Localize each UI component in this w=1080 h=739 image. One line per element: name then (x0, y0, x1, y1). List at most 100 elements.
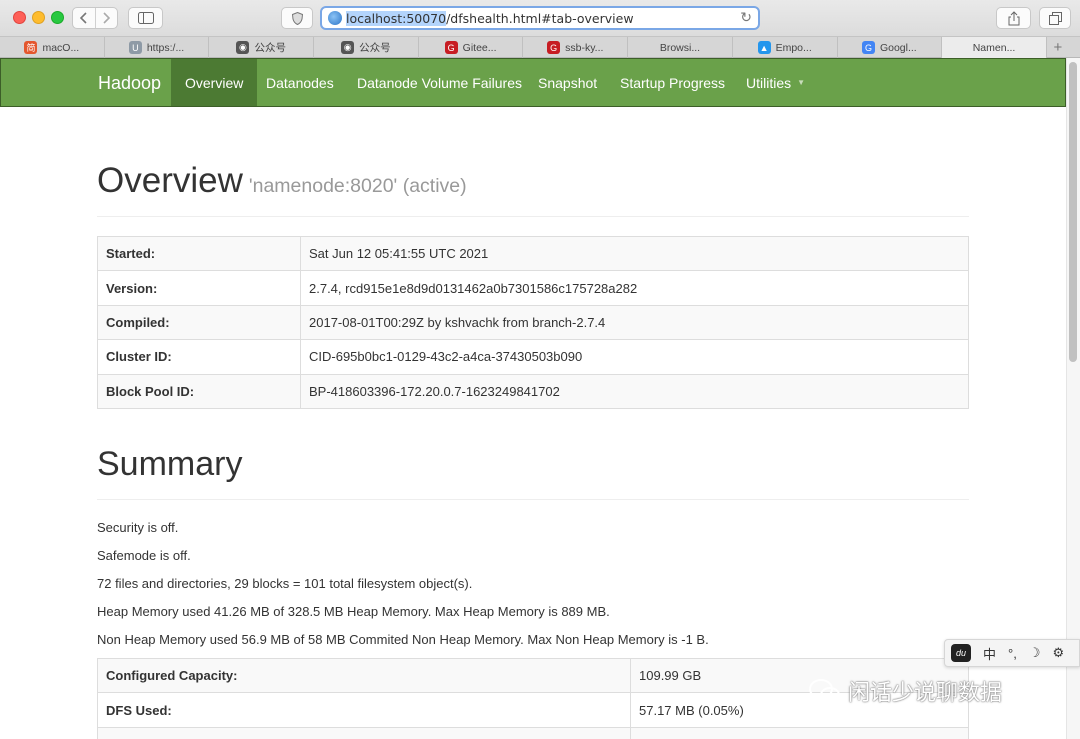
navbar-brand[interactable]: Hadoop (98, 73, 161, 94)
ime-toolbar: du 中 °, ☽ ⚙ (944, 639, 1080, 667)
sidebar-icon (137, 12, 154, 24)
u-icon: U (128, 41, 142, 54)
caret-down-icon: ▼ (797, 78, 806, 87)
browser-tab[interactable]: ◉ 公众号 (209, 37, 315, 58)
namenode-subtitle: 'namenode:8020' (active) (248, 175, 467, 197)
overview-heading: Overview'namenode:8020' (active) (97, 161, 467, 200)
gitee-icon: G (547, 41, 561, 54)
gear-icon[interactable]: ⚙ (1052, 645, 1064, 661)
tab-label: Gitee... (462, 41, 497, 54)
watermark: 闲话少说聊数据 (808, 676, 1002, 706)
page-viewport: Hadoop Overview Datanodes Datanode Volum… (0, 58, 1080, 739)
browser-tab[interactable]: Namen... (942, 37, 1047, 58)
table-row (97, 726, 969, 739)
nav-utilities-dropdown[interactable]: Utilities ▼ (732, 59, 819, 106)
baidu-ime-icon[interactable]: du (951, 644, 971, 662)
share-icon (1008, 10, 1019, 25)
show-tabs-button[interactable] (1039, 7, 1071, 29)
browser-tab[interactable]: G Googl... (838, 37, 943, 58)
browser-tab[interactable]: Uhttps:/... (105, 37, 210, 58)
tab-label: 公众号 (359, 42, 391, 54)
google-translate-icon: G (861, 41, 875, 54)
url-path: /dfshealth.html#tab-overview (446, 10, 634, 26)
share-button[interactable] (996, 7, 1031, 29)
hadoop-navbar: Hadoop Overview Datanodes Datanode Volum… (0, 58, 1066, 107)
table-row: Compiled: 2017-08-01T00:29Z by kshvachk f… (97, 304, 969, 341)
ime-language-toggle[interactable]: 中 (983, 644, 996, 663)
browser-tab[interactable]: 简 macO... (0, 37, 105, 58)
tab-bar: 简 macO... Uhttps:/... ◉ 公众号 ◉ 公众号 G Gitee... Gssb… (0, 36, 1080, 58)
sidebar-toggle-button[interactable] (128, 7, 163, 29)
new-tab-plus-icon[interactable]: + (1047, 37, 1069, 58)
table-row: Version: 2.7.4, rcd915e1e8d9d0131462a0b73… (97, 270, 969, 306)
table-row: Cluster ID: CID-695b0bc1-0129-43c2-a4ca-3… (97, 339, 969, 375)
row-value: 2.7.4, rcd915e1e8d9d0131462a0b7301586c17… (300, 270, 969, 306)
browser-tab[interactable]: ▲ Empo... (733, 37, 838, 58)
row-value (630, 726, 969, 739)
tab-label: https:/... (146, 41, 185, 54)
browser-tab[interactable]: G Gitee... (419, 37, 524, 58)
summary-line: Heap Memory used 41.26 MB of 328.5 MB He… (97, 604, 610, 619)
nav-overview[interactable]: Overview (171, 59, 258, 106)
row-key: Block Pool ID: (97, 373, 301, 409)
globe-icon (328, 11, 342, 25)
table-row: Started: Sat Jun 12 05:41:55 UTC 2021 (97, 235, 969, 272)
divider (97, 499, 969, 500)
summary-line: Non Heap Memory used 56.9 MB of 58 MB Co… (97, 632, 709, 647)
row-value: 2017-08-01T00:29Z by kshvachk from branc… (300, 304, 969, 341)
table-row: Block Pool ID: BP-418603396-172.20.0.7-16… (97, 373, 969, 409)
chevron-right-icon (103, 12, 111, 24)
summary-line: 72 files and directories, 29 blocks = 10… (97, 576, 473, 591)
moon-icon[interactable]: ☽ (1029, 645, 1041, 661)
nav-snapshot[interactable]: Snapshot (524, 59, 611, 106)
nav-datanode-volume-failures[interactable]: Datanode Volume Failures (343, 59, 536, 106)
vertical-scrollbar[interactable] (1066, 58, 1080, 739)
chevron-left-icon (79, 12, 87, 24)
wechat-icon: ◉ (341, 41, 355, 54)
tabs-overview-icon (1048, 11, 1062, 25)
wechat-icon: ◉ (236, 41, 250, 54)
browser-tab[interactable]: ◉ 公众号 (314, 37, 419, 58)
row-key: Version: (97, 270, 301, 306)
watermark-text: 闲话少说聊数据 (848, 681, 1003, 706)
row-key (97, 726, 631, 739)
tab-label: Empo... (775, 41, 812, 54)
nav-startup-progress[interactable]: Startup Progress (606, 59, 739, 106)
docker-icon: ▲ (757, 41, 771, 54)
tab-label: Namen... (972, 41, 1016, 54)
tab-label: Googl... (879, 41, 917, 54)
url-host: localhost:50070 (346, 10, 447, 26)
forward-button[interactable] (94, 8, 117, 28)
overview-table: Started: Sat Jun 12 05:41:55 UTC 2021 Vers… (97, 235, 969, 409)
row-key: Compiled: (97, 304, 301, 341)
tab-label: Browsi... (659, 41, 701, 54)
scrollbar-thumb[interactable] (1069, 62, 1077, 362)
wechat-logo-icon (809, 679, 840, 703)
summary-heading: Summary (97, 445, 243, 483)
row-key: Configured Capacity: (97, 657, 631, 694)
zoom-window-button[interactable] (51, 11, 64, 24)
tab-label: 公众号 (254, 42, 286, 54)
browser-tab[interactable]: Gssb-ky... (523, 37, 629, 58)
shield-icon (291, 11, 303, 25)
address-bar[interactable]: localhost:50070/dfshealth.html#tab-overv… (320, 6, 760, 30)
ime-punctuation-toggle[interactable]: °, (1008, 646, 1017, 661)
minimize-window-button[interactable] (32, 11, 45, 24)
row-key: Started: (97, 235, 301, 272)
row-value: Sat Jun 12 05:41:55 UTC 2021 (300, 235, 969, 272)
summary-line: Safemode is off. (97, 548, 191, 563)
back-button[interactable] (73, 8, 95, 28)
gitee-icon: G (444, 41, 458, 54)
close-window-button[interactable] (13, 11, 26, 24)
tab-label: macO... (42, 41, 80, 54)
jianshu-icon: 简 (24, 41, 38, 54)
summary-line: Security is off. (97, 520, 179, 535)
tab-label: ssb-ky... (565, 41, 604, 54)
row-key: DFS Used: (97, 692, 631, 728)
browser-tab[interactable]: Browsi... (628, 37, 733, 58)
row-value: BP-418603396-172.20.0.7-1623249841702 (300, 373, 969, 409)
privacy-report-button[interactable] (281, 7, 313, 29)
history-nav-group (72, 7, 118, 29)
reload-icon[interactable]: ↻ (740, 10, 752, 26)
nav-datanodes[interactable]: Datanodes (252, 59, 348, 106)
